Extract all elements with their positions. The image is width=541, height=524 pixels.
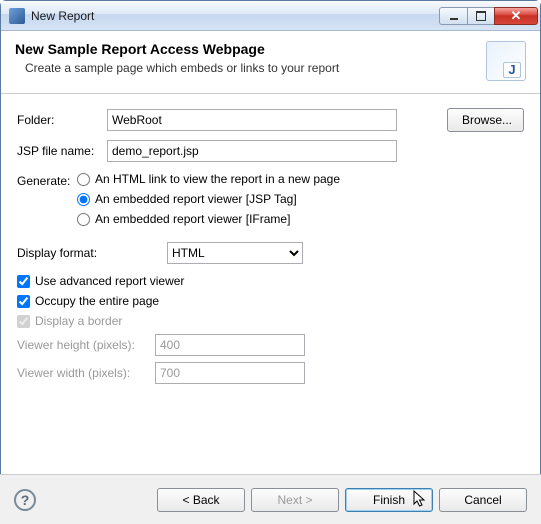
radio-iframe[interactable] — [77, 213, 90, 226]
back-button[interactable]: < Back — [157, 488, 245, 512]
radio-label: An HTML link to view the report in a new… — [95, 172, 340, 186]
check-label: Display a border — [35, 314, 122, 328]
radio-label: An embedded report viewer [JSP Tag] — [95, 192, 297, 206]
jsp-filename-input[interactable] — [107, 140, 397, 162]
check-occupy-page[interactable]: Occupy the entire page — [17, 294, 524, 308]
page-title: New Sample Report Access Webpage — [15, 41, 486, 57]
wizard-footer: ? < Back Next > Finish Cancel — [0, 474, 541, 524]
close-button[interactable] — [494, 7, 538, 25]
generate-option-html-link[interactable]: An HTML link to view the report in a new… — [77, 172, 340, 186]
check-display-border: Display a border — [17, 314, 524, 328]
wizard-header: New Sample Report Access Webpage Create … — [1, 31, 540, 94]
viewer-width-label: Viewer width (pixels): — [17, 366, 149, 380]
viewer-width-input — [155, 362, 305, 384]
finish-button[interactable]: Finish — [345, 488, 433, 512]
checkbox-occupy[interactable] — [17, 295, 30, 308]
radio-jsp-tag[interactable] — [77, 193, 90, 206]
check-advanced-viewer[interactable]: Use advanced report viewer — [17, 274, 524, 288]
checkbox-border — [17, 315, 30, 328]
app-icon — [9, 8, 25, 24]
radio-html-link[interactable] — [77, 173, 90, 186]
generate-label: Generate: — [17, 172, 77, 226]
check-label: Use advanced report viewer — [35, 274, 184, 288]
minimize-button[interactable] — [439, 7, 467, 25]
viewer-height-label: Viewer height (pixels): — [17, 338, 149, 352]
folder-input[interactable] — [107, 109, 397, 131]
radio-label: An embedded report viewer [IFrame] — [95, 212, 290, 226]
titlebar: New Report — [1, 1, 540, 31]
generate-option-iframe[interactable]: An embedded report viewer [IFrame] — [77, 212, 340, 226]
window-title: New Report — [31, 9, 439, 23]
display-format-select[interactable]: HTML — [167, 242, 303, 264]
folder-label: Folder: — [17, 113, 107, 127]
help-icon[interactable]: ? — [14, 489, 36, 511]
browse-button[interactable]: Browse... — [447, 108, 524, 132]
next-button: Next > — [251, 488, 339, 512]
cancel-button[interactable]: Cancel — [439, 488, 527, 512]
wizard-icon — [486, 41, 526, 81]
checkbox-advanced[interactable] — [17, 275, 30, 288]
viewer-height-input — [155, 334, 305, 356]
jsp-filename-label: JSP file name: — [17, 144, 107, 158]
maximize-button[interactable] — [467, 7, 495, 25]
check-label: Occupy the entire page — [35, 294, 159, 308]
generate-option-jsp-tag[interactable]: An embedded report viewer [JSP Tag] — [77, 192, 340, 206]
display-format-label: Display format: — [17, 246, 157, 260]
page-subtitle: Create a sample page which embeds or lin… — [25, 61, 486, 75]
